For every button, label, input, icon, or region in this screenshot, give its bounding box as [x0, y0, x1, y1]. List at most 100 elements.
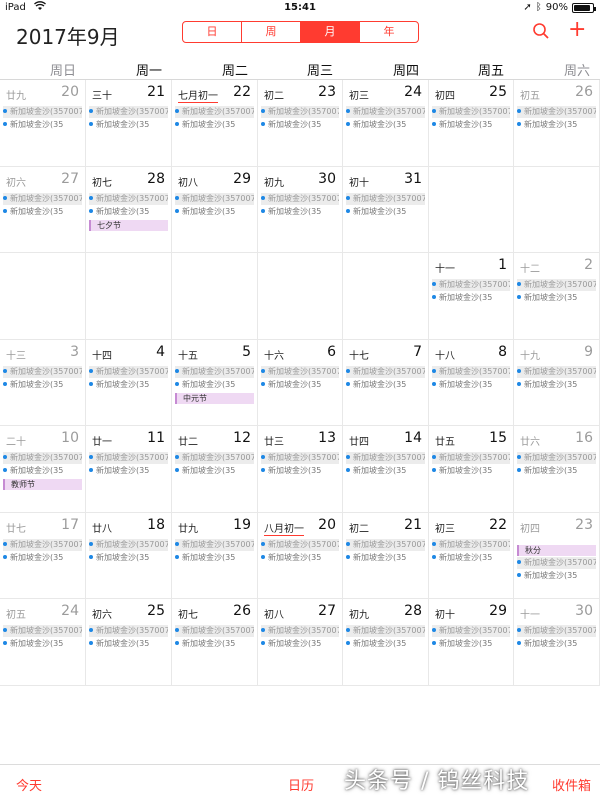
- day-cell[interactable]: 二十 10 新加坡金沙(35700700.com),送58元新加坡金沙(35 教师节: [0, 426, 86, 513]
- day-cell[interactable]: 廿六 16 新加坡金沙(35700700.com),送58元新加坡金沙(35: [514, 426, 600, 513]
- calendar-event[interactable]: 新加坡金沙(35700700.com),送58元: [432, 452, 510, 464]
- calendar-event[interactable]: 新加坡金沙(35: [261, 638, 339, 650]
- calendar-event[interactable]: 新加坡金沙(35: [3, 206, 82, 218]
- day-cell[interactable]: 十二 2 新加坡金沙(35700700.com),送58元新加坡金沙(35: [514, 253, 600, 340]
- calendar-event[interactable]: 新加坡金沙(35: [3, 379, 82, 391]
- calendar-event[interactable]: 新加坡金沙(35: [346, 638, 425, 650]
- day-cell[interactable]: 初八 29 新加坡金沙(35700700.com),送58元新加坡金沙(35: [172, 166, 258, 253]
- day-cell[interactable]: [258, 253, 343, 340]
- day-cell[interactable]: 廿四 14 新加坡金沙(35700700.com),送58元新加坡金沙(35: [343, 426, 429, 513]
- calendar-event[interactable]: 新加坡金沙(35700700.com),送58元: [517, 106, 596, 118]
- add-icon[interactable]: +: [568, 19, 586, 41]
- calendar-event[interactable]: 新加坡金沙(35: [261, 119, 339, 131]
- calendar-event[interactable]: 新加坡金沙(35700700.com),送58元: [517, 452, 596, 464]
- day-cell[interactable]: 十三 3 新加坡金沙(35700700.com),送58元新加坡金沙(35: [0, 339, 86, 426]
- calendar-event[interactable]: 新加坡金沙(35700700.com),送58元: [517, 365, 596, 378]
- calendar-event[interactable]: 新加坡金沙(35: [432, 119, 510, 131]
- calendar-event[interactable]: 新加坡金沙(35700700.com),送58元: [89, 106, 168, 118]
- calendar-event[interactable]: 新加坡金沙(35700700.com),送58元: [3, 452, 82, 464]
- calendar-event[interactable]: 新加坡金沙(35700700.com),送58元: [3, 625, 82, 637]
- calendar-event[interactable]: 新加坡金沙(35: [175, 465, 254, 477]
- month-title[interactable]: 2017年9月: [16, 21, 120, 50]
- calendar-event[interactable]: 新加坡金沙(35700700.com),送58元: [89, 452, 168, 464]
- day-cell[interactable]: 十一 1 新加坡金沙(35700700.com),送58元新加坡金沙(35: [429, 253, 514, 340]
- calendar-event[interactable]: 新加坡金沙(35700700.com),送58元: [346, 106, 425, 118]
- calendar-event[interactable]: 新加坡金沙(35: [432, 638, 510, 650]
- day-cell[interactable]: 廿一 11 新加坡金沙(35700700.com),送58元新加坡金沙(35: [86, 426, 172, 513]
- today-button[interactable]: 今天: [16, 775, 42, 794]
- holiday-label[interactable]: 七夕节: [89, 219, 168, 231]
- calendar-event[interactable]: 新加坡金沙(35: [175, 206, 254, 218]
- day-cell[interactable]: [429, 166, 514, 253]
- calendar-event[interactable]: 新加坡金沙(35700700.com),送58元: [261, 538, 339, 551]
- calendar-event[interactable]: 新加坡金沙(35700700.com),送58元: [346, 625, 425, 637]
- segment-week[interactable]: 周: [242, 22, 301, 42]
- calendar-event[interactable]: 新加坡金沙(35: [3, 465, 82, 477]
- day-cell[interactable]: 八月初一 20 新加坡金沙(35700700.com),送58元新加坡金沙(35: [258, 512, 343, 599]
- day-cell[interactable]: [343, 253, 429, 340]
- segment-month[interactable]: 月: [301, 22, 360, 42]
- calendar-event[interactable]: 新加坡金沙(35: [89, 119, 168, 131]
- calendar-event[interactable]: 新加坡金沙(35: [175, 638, 254, 650]
- calendar-event[interactable]: 新加坡金沙(35700700.com),送58元: [89, 192, 168, 205]
- day-cell[interactable]: 初九 30 新加坡金沙(35700700.com),送58元新加坡金沙(35: [258, 166, 343, 253]
- calendar-event[interactable]: 新加坡金沙(35: [261, 206, 339, 218]
- calendar-event[interactable]: 新加坡金沙(35: [346, 379, 425, 391]
- calendar-event[interactable]: 新加坡金沙(35: [346, 465, 425, 477]
- calendar-event[interactable]: 新加坡金沙(35700700.com),送58元: [89, 538, 168, 551]
- calendar-event[interactable]: 新加坡金沙(35: [89, 379, 168, 391]
- calendar-event[interactable]: 新加坡金沙(35700700.com),送58元: [175, 365, 254, 378]
- calendar-event[interactable]: 新加坡金沙(35700700.com),送58元: [346, 365, 425, 378]
- calendar-event[interactable]: 新加坡金沙(35700700.com),送58元: [3, 538, 82, 551]
- calendar-event[interactable]: 新加坡金沙(35700700.com),送58元: [517, 279, 596, 291]
- calendar-event[interactable]: 新加坡金沙(35: [261, 379, 339, 391]
- calendar-event[interactable]: 新加坡金沙(35: [517, 292, 596, 304]
- day-cell[interactable]: 初五 26 新加坡金沙(35700700.com),送58元新加坡金沙(35: [514, 80, 600, 167]
- calendar-event[interactable]: 新加坡金沙(35: [432, 465, 510, 477]
- day-cell[interactable]: 十四 4 新加坡金沙(35700700.com),送58元新加坡金沙(35: [86, 339, 172, 426]
- calendar-event[interactable]: 新加坡金沙(35: [175, 552, 254, 564]
- calendar-event[interactable]: 新加坡金沙(35: [432, 379, 510, 391]
- inbox-button[interactable]: 收件箱: [552, 775, 591, 794]
- day-cell[interactable]: 十九 9 新加坡金沙(35700700.com),送58元新加坡金沙(35: [514, 339, 600, 426]
- calendar-event[interactable]: 新加坡金沙(35: [432, 292, 510, 304]
- day-cell[interactable]: 初二 21 新加坡金沙(35700700.com),送58元新加坡金沙(35: [343, 512, 429, 599]
- calendar-event[interactable]: 新加坡金沙(35: [346, 206, 425, 218]
- calendar-event[interactable]: 新加坡金沙(35700700.com),送58元: [346, 192, 425, 205]
- day-cell[interactable]: 初五 24 新加坡金沙(35700700.com),送58元新加坡金沙(35: [0, 599, 86, 686]
- calendar-event[interactable]: 新加坡金沙(35: [346, 552, 425, 564]
- day-cell[interactable]: 初八 27 新加坡金沙(35700700.com),送58元新加坡金沙(35: [258, 599, 343, 686]
- calendar-event[interactable]: 新加坡金沙(35: [517, 465, 596, 477]
- calendar-event[interactable]: 新加坡金沙(35700700.com),送58元: [261, 625, 339, 637]
- calendar-event[interactable]: 新加坡金沙(35: [3, 638, 82, 650]
- holiday-label[interactable]: 秋分: [517, 544, 596, 556]
- day-cell[interactable]: 廿九 20 新加坡金沙(35700700.com),送58元新加坡金沙(35: [0, 80, 86, 167]
- day-cell[interactable]: 十一 30 新加坡金沙(35700700.com),送58元新加坡金沙(35: [514, 599, 600, 686]
- day-cell[interactable]: 初九 28 新加坡金沙(35700700.com),送58元新加坡金沙(35: [343, 599, 429, 686]
- day-cell[interactable]: [86, 253, 172, 340]
- day-cell[interactable]: 廿三 13 新加坡金沙(35700700.com),送58元新加坡金沙(35: [258, 426, 343, 513]
- day-cell[interactable]: [0, 253, 86, 340]
- calendar-event[interactable]: 新加坡金沙(35700700.com),送58元: [89, 625, 168, 637]
- calendar-event[interactable]: 新加坡金沙(35700700.com),送58元: [432, 106, 510, 118]
- calendar-event[interactable]: 新加坡金沙(35700700.com),送58元: [89, 365, 168, 378]
- calendar-event[interactable]: 新加坡金沙(35: [3, 119, 82, 131]
- day-cell[interactable]: 十五 5 新加坡金沙(35700700.com),送58元新加坡金沙(35 中元节: [172, 339, 258, 426]
- segment-day[interactable]: 日: [183, 22, 242, 42]
- calendar-event[interactable]: 新加坡金沙(35: [517, 119, 596, 131]
- calendar-event[interactable]: 新加坡金沙(35700700.com),送58元: [3, 365, 82, 378]
- calendar-event[interactable]: 新加坡金沙(35700700.com),送58元: [175, 192, 254, 205]
- day-cell[interactable]: 初四 25 新加坡金沙(35700700.com),送58元新加坡金沙(35: [429, 80, 514, 167]
- calendar-event[interactable]: 新加坡金沙(35700700.com),送58元: [175, 452, 254, 464]
- calendar-event[interactable]: 新加坡金沙(35700700.com),送58元: [346, 538, 425, 551]
- day-cell[interactable]: 初四 23 秋分新加坡金沙(35700700.com),送58元新加坡金沙(35: [514, 512, 600, 599]
- day-cell[interactable]: 初三 22 新加坡金沙(35700700.com),送58元新加坡金沙(35: [429, 512, 514, 599]
- day-cell[interactable]: 十六 6 新加坡金沙(35700700.com),送58元新加坡金沙(35: [258, 339, 343, 426]
- calendar-event[interactable]: 新加坡金沙(35: [89, 465, 168, 477]
- day-cell[interactable]: 初二 23 新加坡金沙(35700700.com),送58元新加坡金沙(35: [258, 80, 343, 167]
- search-icon[interactable]: [532, 22, 550, 40]
- calendar-event[interactable]: 新加坡金沙(35: [261, 465, 339, 477]
- segment-year[interactable]: 年: [360, 22, 418, 42]
- day-cell[interactable]: 三十 21 新加坡金沙(35700700.com),送58元新加坡金沙(35: [86, 80, 172, 167]
- day-cell[interactable]: 廿五 15 新加坡金沙(35700700.com),送58元新加坡金沙(35: [429, 426, 514, 513]
